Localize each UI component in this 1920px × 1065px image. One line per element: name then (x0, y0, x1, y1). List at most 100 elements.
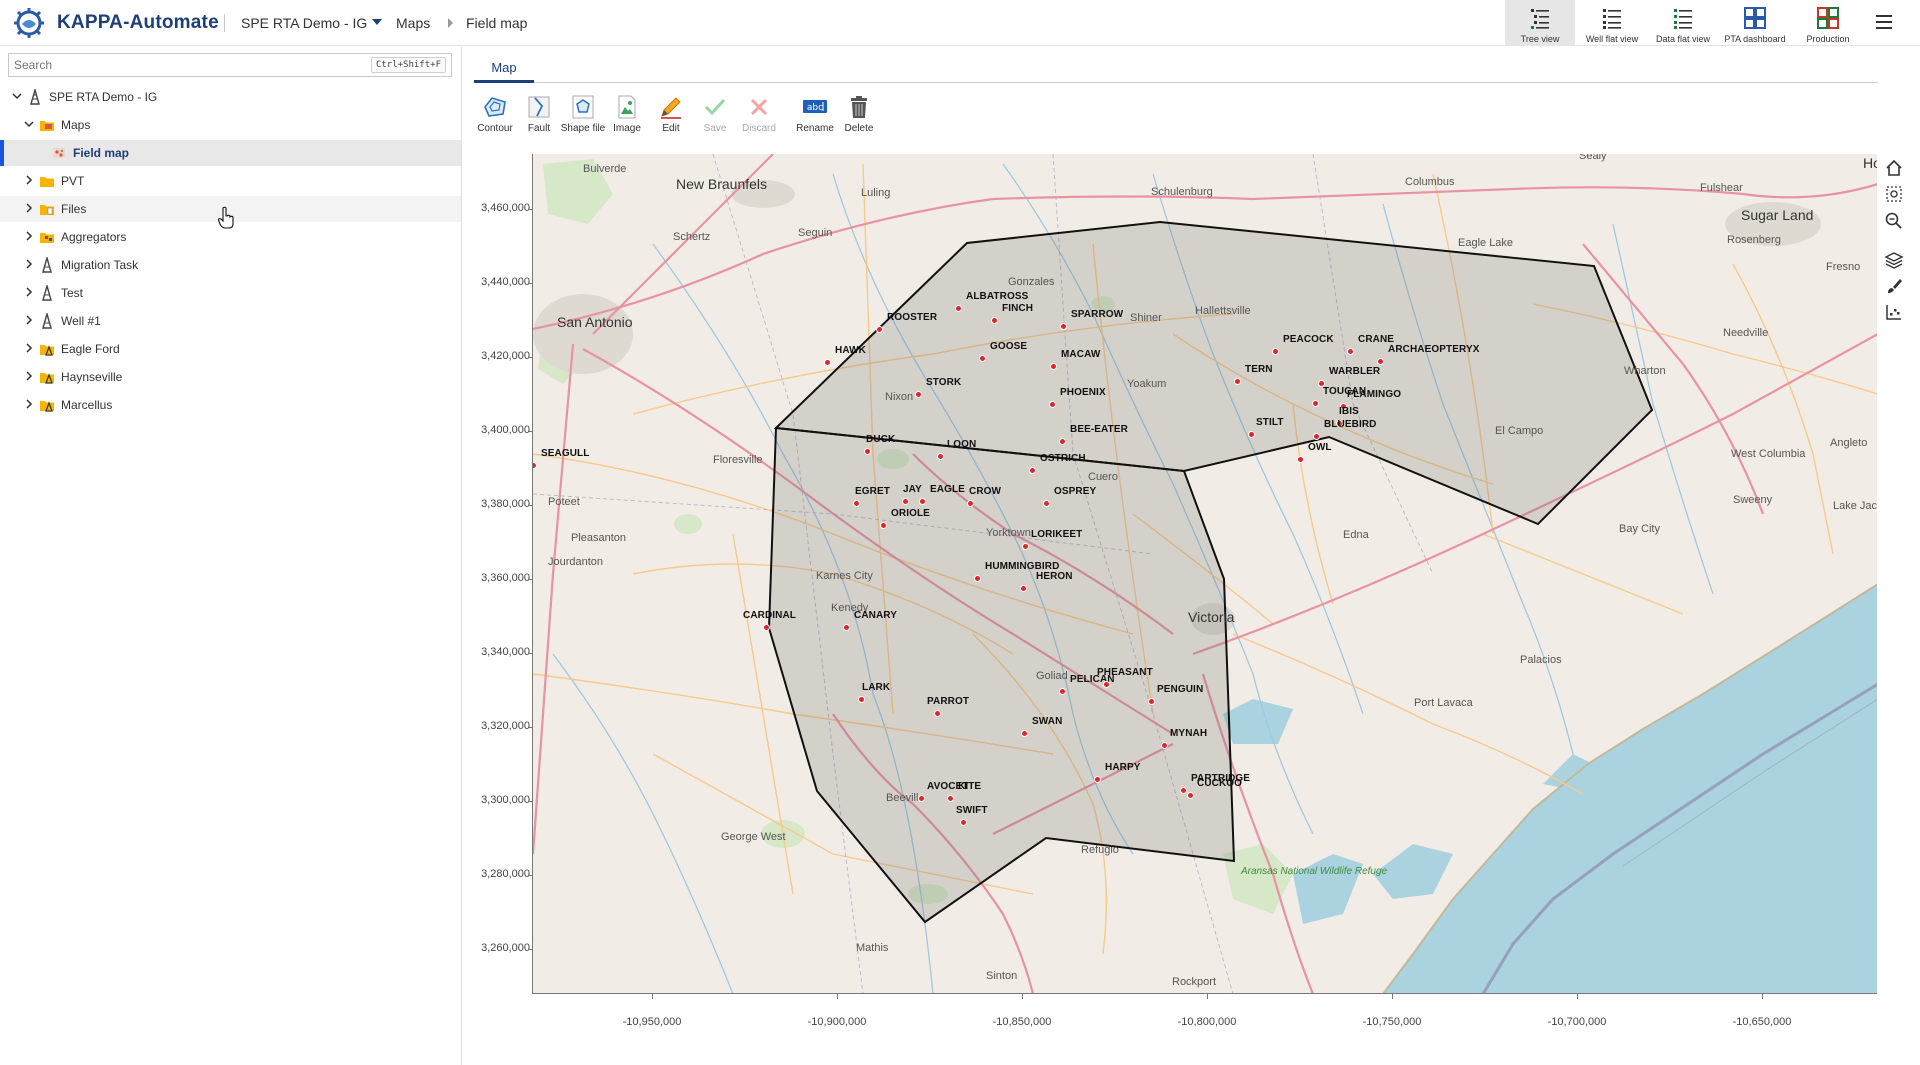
y-axis-tick (529, 283, 533, 284)
kappa-logo-icon[interactable] (12, 6, 46, 40)
well-marker[interactable] (934, 710, 941, 717)
well-marker[interactable] (880, 522, 887, 529)
shape-file-button[interactable]: Shape file (561, 92, 605, 148)
well-marker[interactable] (937, 453, 944, 460)
well-marker[interactable] (960, 819, 967, 826)
tree-item-pvt[interactable]: PVT (0, 168, 461, 194)
well-marker[interactable] (1272, 348, 1279, 355)
well-marker[interactable] (1347, 348, 1354, 355)
south-field-boundary[interactable] (767, 426, 1236, 924)
well-marker[interactable] (853, 500, 860, 507)
well-marker[interactable] (763, 624, 770, 631)
well-marker[interactable] (1234, 378, 1241, 385)
production-dashboard-button[interactable]: Production (1792, 0, 1864, 46)
delete-button[interactable]: Delete (837, 92, 881, 148)
field-map-canvas[interactable]: Bulverde New Braunfels Luling Schulenburg Co… (532, 154, 1877, 994)
well-marker[interactable] (1187, 792, 1194, 799)
well-marker[interactable] (1148, 698, 1155, 705)
well-marker[interactable] (1312, 400, 1319, 407)
chevron-right-icon[interactable] (23, 286, 35, 298)
well-marker[interactable] (955, 305, 962, 312)
well-marker[interactable] (1049, 401, 1056, 408)
contour-button[interactable]: Contour (473, 92, 517, 148)
tree-item-eagle-ford[interactable]: Eagle Ford (0, 336, 461, 362)
tree-item-well-1[interactable]: Well #1 (0, 308, 461, 334)
well-marker[interactable] (1021, 730, 1028, 737)
chevron-right-icon[interactable] (23, 258, 35, 270)
breadcrumb-section[interactable]: Maps (396, 15, 430, 31)
chevron-right-icon[interactable] (23, 342, 35, 354)
well-marker[interactable] (1029, 467, 1036, 474)
chevron-right-icon[interactable] (23, 202, 35, 214)
well-marker[interactable] (1313, 433, 1320, 440)
field-boundary-layer (767, 220, 1654, 924)
edit-button[interactable]: Edit (649, 92, 693, 148)
well-marker[interactable] (974, 575, 981, 582)
well-marker[interactable] (915, 391, 922, 398)
chevron-right-icon[interactable] (23, 174, 35, 186)
rename-button[interactable]: abc Rename (793, 92, 837, 148)
data-flat-view-button[interactable]: Data flat view (1648, 0, 1718, 46)
well-marker[interactable] (991, 317, 998, 324)
chevron-down-icon[interactable] (23, 118, 35, 130)
well-marker[interactable] (979, 355, 986, 362)
tab-map[interactable]: Map (474, 54, 534, 83)
image-button[interactable]: Image (605, 92, 649, 148)
well-marker[interactable] (843, 624, 850, 631)
layers-icon[interactable] (1884, 250, 1904, 270)
chevron-right-icon[interactable] (23, 398, 35, 410)
delete-trash-icon (851, 96, 867, 118)
well-marker[interactable] (1050, 363, 1057, 370)
well-marker[interactable] (1043, 500, 1050, 507)
well-marker[interactable] (1060, 323, 1067, 330)
brush-icon[interactable] (1884, 276, 1904, 296)
search-input[interactable] (9, 54, 369, 76)
well-marker[interactable] (1377, 358, 1384, 365)
well-marker[interactable] (1248, 431, 1255, 438)
home-icon[interactable] (1884, 158, 1904, 178)
tree-item-marcellus[interactable]: Marcellus (0, 392, 461, 418)
well-marker[interactable] (919, 498, 926, 505)
well-marker[interactable] (1022, 543, 1029, 550)
zoom-out-icon[interactable] (1884, 211, 1904, 231)
chevron-right-icon[interactable] (23, 370, 35, 382)
well-marker[interactable] (918, 795, 925, 802)
scatter-plot-icon[interactable] (1884, 302, 1904, 322)
well-label: SPARROW (1071, 309, 1124, 320)
well-marker[interactable] (876, 326, 883, 333)
well-marker[interactable] (1094, 776, 1101, 783)
tree-item-test[interactable]: Test (0, 280, 461, 306)
tree-item-haynseville[interactable]: Haynseville (0, 364, 461, 390)
search-box[interactable]: Ctrl+Shift+F (8, 53, 452, 77)
well-marker[interactable] (1297, 456, 1304, 463)
well-marker[interactable] (1103, 681, 1110, 688)
tree-item-field-map[interactable]: Field map (0, 140, 461, 166)
well-marker[interactable] (1059, 688, 1066, 695)
pta-dashboard-button[interactable]: PTA dashboard (1719, 0, 1791, 46)
well-marker[interactable] (864, 448, 871, 455)
well-marker[interactable] (902, 498, 909, 505)
chevron-right-icon[interactable] (23, 314, 35, 326)
tree-item-maps[interactable]: Maps (0, 112, 461, 138)
well-marker[interactable] (1059, 438, 1066, 445)
well-marker[interactable] (967, 500, 974, 507)
tree-item-migration-task[interactable]: Migration Task (0, 252, 461, 278)
well-marker[interactable] (947, 795, 954, 802)
breadcrumb-project[interactable]: SPE RTA Demo - IG (241, 15, 367, 31)
well-marker[interactable] (858, 696, 865, 703)
well-marker[interactable] (1020, 585, 1027, 592)
project-dropdown-caret-icon[interactable] (372, 19, 382, 25)
chevron-down-icon[interactable] (11, 90, 23, 102)
tree-view-button[interactable]: Tree view (1505, 0, 1575, 46)
zoom-box-icon[interactable] (1884, 184, 1904, 204)
well-marker[interactable] (1180, 787, 1187, 794)
fault-button[interactable]: Fault (517, 92, 561, 148)
tree-item-project[interactable]: SPE RTA Demo - IG (0, 84, 461, 110)
chevron-right-icon[interactable] (23, 230, 35, 242)
save-button[interactable]: Save (693, 92, 737, 148)
well-marker[interactable] (824, 359, 831, 366)
well-marker[interactable] (1161, 742, 1168, 749)
discard-button[interactable]: Discard (737, 92, 781, 148)
hamburger-menu-icon[interactable] (1876, 15, 1892, 29)
well-flat-view-button[interactable]: Well flat view (1577, 0, 1647, 46)
